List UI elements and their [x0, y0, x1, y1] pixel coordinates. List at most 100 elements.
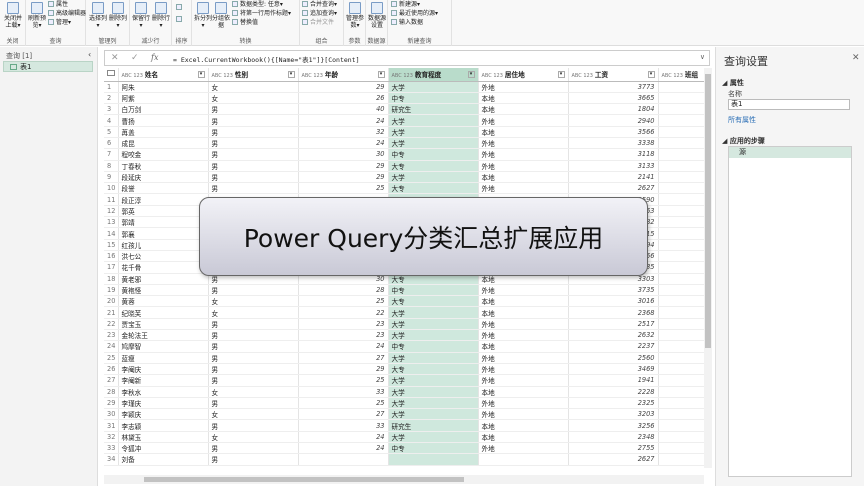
table-row[interactable]: 25 蓝瘦男 27 大学 外地 2560 — [104, 352, 704, 364]
horizontal-scrollbar[interactable] — [104, 475, 704, 484]
table-cell[interactable]: 男 — [208, 340, 299, 353]
table-cell[interactable]: 2632 — [568, 329, 659, 342]
table-cell[interactable]: 3665 — [568, 92, 659, 105]
column-header[interactable]: ABC 123 性别 ▾ — [208, 68, 299, 82]
table-cell[interactable]: 3256 — [568, 419, 659, 432]
table-cell[interactable]: 外地 — [478, 408, 569, 421]
table-cell[interactable] — [658, 273, 704, 285]
table-cell[interactable]: 中专 — [388, 284, 479, 297]
table-cell[interactable]: 27 — [298, 352, 389, 364]
table-cell[interactable]: 阿朱 — [118, 81, 209, 93]
table-cell[interactable] — [658, 239, 704, 251]
all-properties-link[interactable]: 所有属性 — [728, 115, 756, 125]
table-cell[interactable]: 李瑾庆 — [118, 397, 209, 410]
table-cell[interactable]: 花千骨 — [118, 261, 209, 274]
table-corner-icon[interactable] — [104, 68, 119, 82]
table-cell[interactable]: 23 — [298, 329, 389, 342]
table-cell[interactable]: 阿紫 — [118, 92, 209, 105]
table-cell[interactable]: 外地 — [478, 148, 569, 161]
table-cell[interactable] — [658, 227, 704, 240]
table-cell[interactable]: 29 — [298, 171, 389, 184]
table-cell[interactable]: 3773 — [568, 81, 659, 93]
table-cell[interactable]: 40 — [298, 103, 389, 116]
table-cell[interactable]: 男 — [208, 137, 299, 150]
column-header[interactable]: ABC 123 居住地 ▾ — [478, 68, 569, 82]
table-cell[interactable]: 2325 — [568, 397, 659, 410]
table-cell[interactable]: 曹扬 — [118, 114, 209, 127]
table-cell[interactable]: 男 — [208, 374, 299, 387]
table-cell[interactable]: 鸠摩智 — [118, 340, 209, 353]
table-cell[interactable]: 外地 — [478, 352, 569, 364]
column-header[interactable]: ABC 123 工资 ▾ — [568, 68, 659, 82]
filter-dropdown-icon[interactable]: ▾ — [377, 71, 385, 79]
table-row[interactable]: 23 金轮法王男 23 大学 外地 2632 — [104, 329, 704, 342]
table-cell[interactable]: 大学 — [388, 329, 479, 342]
table-cell[interactable]: 大学 — [388, 306, 479, 319]
table-cell[interactable]: 蓝瘦 — [118, 352, 209, 364]
table-cell[interactable]: 女 — [208, 306, 299, 319]
remove-columns-button[interactable]: 删除列▾ — [109, 2, 127, 29]
table-row[interactable]: 21 纪晓芙女 22 大学 本地 2368 — [104, 306, 704, 319]
table-cell[interactable]: 男 — [208, 318, 299, 331]
table-cell[interactable]: 本地 — [478, 386, 569, 398]
table-cell[interactable] — [658, 352, 704, 364]
table-cell[interactable]: 33 — [298, 419, 389, 432]
data-type-dropdown[interactable]: 数据类型: 任意▾ — [232, 1, 283, 9]
table-cell[interactable]: 男 — [208, 352, 299, 364]
table-cell[interactable] — [658, 431, 704, 444]
step-source[interactable]: 源 — [729, 147, 851, 158]
expand-formula-icon[interactable]: ∨ — [700, 53, 705, 61]
table-row[interactable]: 29 李瑾庆男 25 大学 外地 2325 — [104, 397, 704, 410]
append-queries-button[interactable]: 追加查询▾ — [302, 10, 337, 18]
table-cell[interactable]: 3735 — [568, 284, 659, 297]
table-cell[interactable]: 本地 — [478, 103, 569, 116]
table-cell[interactable]: 男 — [208, 329, 299, 342]
table-cell[interactable]: 25 — [298, 295, 389, 308]
name-input[interactable]: 表1 — [728, 99, 850, 110]
manage-parameters-button[interactable]: 管理参数▾ — [346, 2, 364, 29]
table-cell[interactable]: 程咬金 — [118, 148, 209, 161]
table-cell[interactable]: 女 — [208, 431, 299, 444]
table-cell[interactable]: 2141 — [568, 171, 659, 184]
query-item[interactable]: 表1 — [3, 61, 93, 72]
table-cell[interactable] — [658, 81, 704, 93]
vertical-scroll-thumb[interactable] — [705, 74, 711, 348]
table-cell[interactable]: 大学 — [388, 126, 479, 138]
table-cell[interactable] — [658, 148, 704, 161]
table-cell[interactable] — [658, 374, 704, 387]
column-header[interactable]: ABC 123 年龄 ▾ — [298, 68, 389, 82]
filter-dropdown-icon[interactable]: ▾ — [647, 71, 655, 79]
advanced-editor-button[interactable]: 高级编辑器 — [48, 10, 86, 18]
table-cell[interactable]: 李阉新 — [118, 374, 209, 387]
table-cell[interactable]: 段正淳 — [118, 193, 209, 206]
filter-dropdown-icon[interactable]: ▾ — [197, 71, 205, 79]
table-cell[interactable]: 丁春秋 — [118, 160, 209, 172]
table-cell[interactable]: 外地 — [478, 363, 569, 376]
table-row[interactable]: 26 李阉庆男 29 大专 外地 3469 — [104, 363, 704, 376]
table-cell[interactable]: 23 — [298, 318, 389, 331]
enter-data-button[interactable]: 输入数据 — [391, 19, 423, 27]
data-source-settings-button[interactable]: 数据源设置 — [368, 2, 386, 29]
table-cell[interactable]: 男 — [208, 397, 299, 410]
table-row[interactable]: 20 黄蓉女 25 大专 本地 3016 — [104, 295, 704, 308]
table-cell[interactable]: 中专 — [388, 92, 479, 105]
table-cell[interactable]: 2560 — [568, 352, 659, 364]
table-cell[interactable]: 本地 — [478, 419, 569, 432]
table-cell[interactable]: 中专 — [388, 148, 479, 161]
table-cell[interactable]: 段延庆 — [118, 171, 209, 184]
table-cell[interactable] — [658, 306, 704, 319]
table-cell[interactable]: 黄蓉 — [118, 295, 209, 308]
table-cell[interactable]: 24 — [298, 137, 389, 150]
table-cell[interactable]: 男 — [208, 442, 299, 455]
check-icon[interactable]: ✓ — [131, 53, 139, 63]
table-cell[interactable]: 本地 — [478, 431, 569, 444]
table-cell[interactable]: 郭英 — [118, 205, 209, 218]
cancel-icon[interactable]: ✕ — [111, 53, 119, 63]
table-cell[interactable]: 男 — [208, 182, 299, 195]
table-cell[interactable]: 32 — [298, 126, 389, 138]
recent-sources-button[interactable]: 最近使用的源▾ — [391, 10, 438, 18]
properties-header[interactable]: ◢ 属性 — [722, 78, 744, 88]
table-cell[interactable] — [658, 363, 704, 376]
table-cell[interactable]: 外地 — [478, 160, 569, 172]
table-row[interactable]: 5 苒盖男 32 大学 本地 3566 — [104, 126, 704, 138]
